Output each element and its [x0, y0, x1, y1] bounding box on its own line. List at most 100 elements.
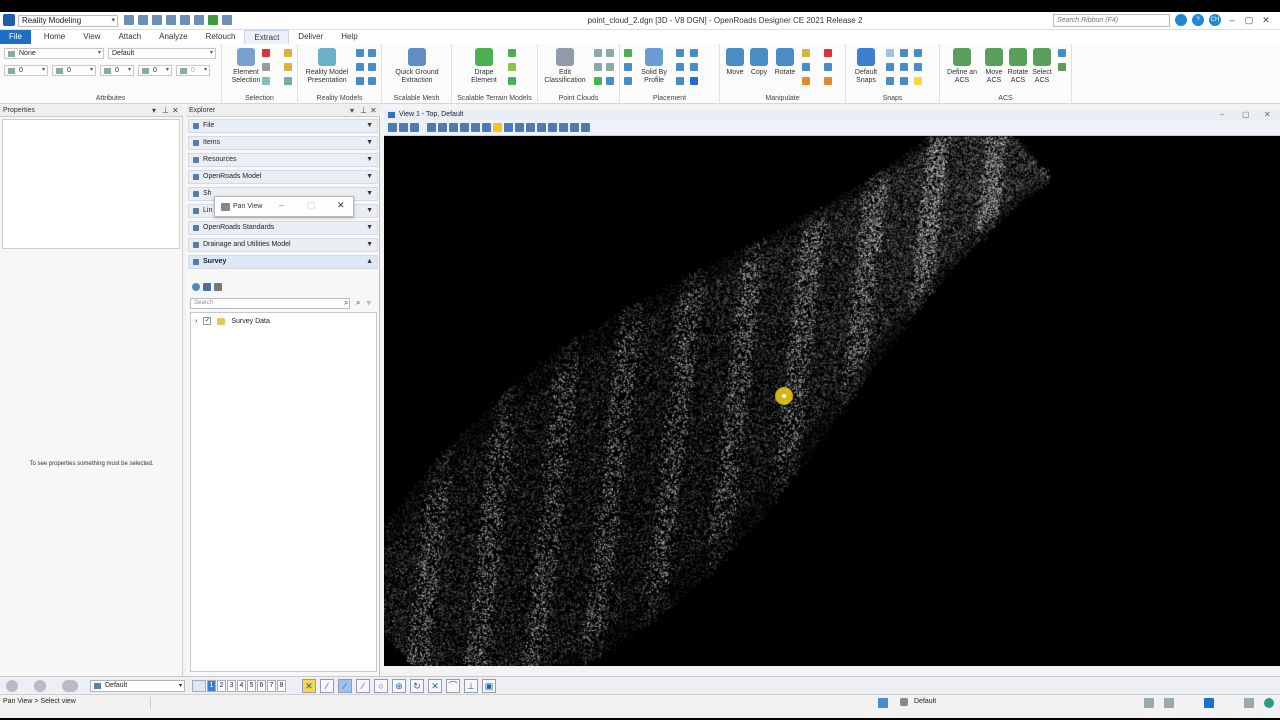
camera-icon[interactable]: [537, 123, 546, 132]
properties-close-icon[interactable]: ✕: [172, 105, 179, 117]
weight-select[interactable]: 0: [100, 65, 134, 76]
connect-icon[interactable]: [1175, 14, 1187, 26]
save-as-icon[interactable]: [166, 15, 176, 25]
help-icon[interactable]: ?: [1192, 14, 1204, 26]
active-model-select[interactable]: Default: [90, 680, 185, 692]
reality-tool-2-icon[interactable]: [368, 49, 376, 57]
clear-selection-icon[interactable]: [262, 49, 270, 57]
snap-none-icon[interactable]: ✕: [302, 679, 316, 693]
explorer-menu-icon[interactable]: ▾: [350, 105, 354, 117]
filter-icon[interactable]: ▿: [367, 299, 371, 307]
undo-icon[interactable]: [180, 15, 190, 25]
acs-tool-2-icon[interactable]: [1058, 63, 1066, 71]
tree-item-survey-data[interactable]: › ✓ Survey Data: [195, 317, 270, 325]
view-toggle-icon[interactable]: [124, 15, 134, 25]
view-canvas[interactable]: [384, 136, 1280, 666]
redo-icon[interactable]: [194, 15, 204, 25]
snap-origin-bar-icon[interactable]: ⊕: [392, 679, 406, 693]
explorer-section-items[interactable]: Items ▼: [188, 136, 378, 150]
view-options-icon[interactable]: [570, 123, 579, 132]
place-arc-icon[interactable]: [624, 63, 632, 71]
tab-analyze[interactable]: Analyze: [150, 30, 196, 44]
select-acs-button[interactable]: Select ACS: [1030, 48, 1054, 85]
lock-icon[interactable]: [900, 698, 908, 706]
view-2-button[interactable]: 2: [217, 680, 226, 692]
reality-tool-4-icon[interactable]: [368, 63, 376, 71]
dialog-minimize-icon[interactable]: –: [279, 200, 284, 210]
select-block-icon[interactable]: [262, 63, 270, 71]
snap-perpendicular-bar-icon[interactable]: ⌒: [446, 679, 460, 693]
copy-view-icon[interactable]: [526, 123, 535, 132]
view-close-icon[interactable]: ✕: [1264, 110, 1271, 120]
snap-keypoint-icon[interactable]: [886, 49, 894, 57]
explorer-section-openroads-standards[interactable]: OpenRoads Standards ▼: [188, 221, 378, 235]
app-logo-icon[interactable]: [3, 14, 15, 26]
search-options-icon[interactable]: ⌕: [356, 298, 360, 308]
view-settings-icon[interactable]: [410, 123, 419, 132]
point-cloud-tool-2-icon[interactable]: [606, 49, 614, 57]
properties-selection-list[interactable]: [2, 119, 180, 249]
explorer-section-survey[interactable]: Survey ▲: [188, 255, 378, 269]
view-5-button[interactable]: 5: [247, 680, 256, 692]
snap-center-icon[interactable]: [900, 49, 908, 57]
color-select[interactable]: 0: [4, 65, 48, 76]
pan-view-tool-icon[interactable]: [493, 123, 502, 132]
place-text-icon[interactable]: [690, 77, 698, 85]
explorer-section-drainage-utilities[interactable]: Drainage and Utilities Model ▼: [188, 238, 378, 252]
select-shape-icon[interactable]: [262, 77, 270, 85]
place-polygon-icon[interactable]: [676, 77, 684, 85]
search-icon[interactable]: ⌕: [344, 298, 348, 308]
properties-pin-icon[interactable]: ⊥: [162, 105, 169, 117]
snap-tangent-icon[interactable]: [886, 77, 894, 85]
snap-parallel-bar-icon[interactable]: ⊥: [464, 679, 478, 693]
explorer-section-file[interactable]: File ▼: [188, 119, 378, 133]
view-restore-icon[interactable]: ▢: [1242, 110, 1250, 120]
maximize-icon[interactable]: ▢: [1243, 15, 1255, 26]
manipulate-tool-5-icon[interactable]: [824, 77, 832, 85]
display-style-icon[interactable]: [399, 123, 408, 132]
define-acs-button[interactable]: Define an ACS: [944, 48, 980, 85]
terrain-tool-2-icon[interactable]: [508, 63, 516, 71]
view-7-button[interactable]: 7: [267, 680, 276, 692]
model-properties-icon[interactable]: [1144, 698, 1154, 708]
view-3-button[interactable]: 3: [227, 680, 236, 692]
place-block-icon[interactable]: [676, 63, 684, 71]
point-cloud-tool-1-icon[interactable]: [594, 49, 602, 57]
snap-keypoint-bar-icon[interactable]: ∕: [338, 679, 352, 693]
reality-tool-3-icon[interactable]: [356, 63, 364, 71]
expand-chevron-icon[interactable]: ›: [195, 318, 197, 325]
view-6-button[interactable]: 6: [257, 680, 266, 692]
snap-origin-icon[interactable]: [914, 49, 922, 57]
priority-select[interactable]: 0: [176, 65, 210, 76]
save-icon[interactable]: [152, 15, 162, 25]
reality-tool-5-icon[interactable]: [356, 77, 364, 85]
rotate-acs-button[interactable]: Rotate ACS: [1006, 48, 1030, 85]
view-minimize-icon[interactable]: –: [1220, 110, 1224, 120]
terrain-tool-3-icon[interactable]: [508, 77, 516, 85]
window-area-icon[interactable]: [460, 123, 469, 132]
refresh-icon[interactable]: [192, 283, 200, 291]
explorer-section-openroads-model[interactable]: OpenRoads Model ▼: [188, 170, 378, 184]
rotate-button[interactable]: Rotate: [772, 48, 798, 77]
transparency-select[interactable]: 0: [138, 65, 172, 76]
point-cloud-canvas[interactable]: [384, 136, 1280, 666]
snap-nearest-bar-icon[interactable]: ∕: [320, 679, 334, 693]
explorer-search-input[interactable]: Search: [190, 298, 350, 309]
snap-bisector-icon[interactable]: [914, 63, 922, 71]
accudraw-icon[interactable]: [878, 698, 888, 708]
snap-tangent-bar-icon[interactable]: ↻: [410, 679, 424, 693]
snap-nearest-icon[interactable]: [886, 63, 894, 71]
rotate-view-icon[interactable]: [482, 123, 491, 132]
place-curve-icon[interactable]: [624, 77, 632, 85]
terrain-tool-1-icon[interactable]: [508, 49, 516, 57]
clip-volume-icon[interactable]: [548, 123, 557, 132]
tab-extract[interactable]: Extract: [244, 30, 290, 44]
reality-tool-6-icon[interactable]: [368, 77, 376, 85]
survey-data-checkbox[interactable]: ✓: [203, 317, 212, 325]
design-file-icon[interactable]: [1204, 698, 1214, 708]
snap-intersection-bar-icon[interactable]: ✕: [428, 679, 442, 693]
view-previous-icon[interactable]: [504, 123, 513, 132]
quick-ground-extraction-button[interactable]: Quick Ground Extraction: [384, 48, 450, 85]
snap-settings-bar-icon[interactable]: ▣: [482, 679, 496, 693]
forward-icon[interactable]: [34, 680, 46, 692]
